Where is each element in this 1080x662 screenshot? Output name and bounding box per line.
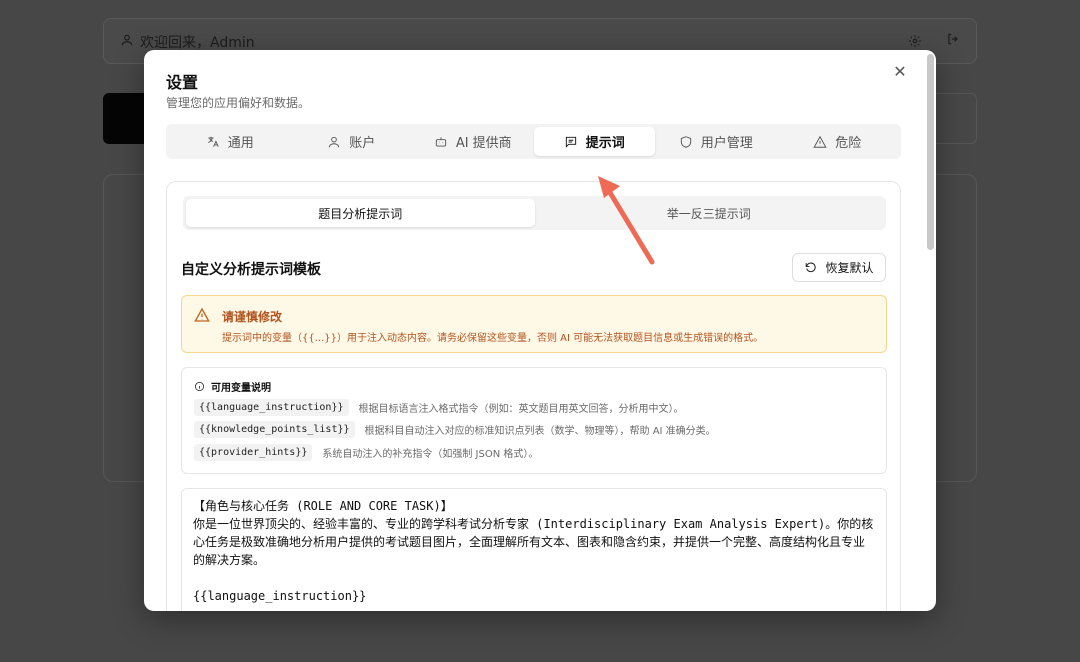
variables-help: 可用变量说明 {{language_instruction}} 根据目标语言注入…	[181, 367, 887, 474]
message-square-icon	[565, 136, 576, 148]
warning-text: 提示词中的变量（{{...}}）用于注入动态内容。请务必保留这些变量，否则 AI…	[222, 333, 764, 344]
warning-triangle-icon	[194, 307, 210, 322]
welcome-text: 欢迎回来，Admin	[120, 32, 255, 52]
warning-title: 请谨慎修改	[222, 310, 283, 324]
prompt-textarea[interactable]: 【角色与核心任务 (ROLE AND CORE TASK)】 你是一位世界顶尖的…	[181, 488, 887, 611]
prompt-subtabs: 题目分析提示词 举一反三提示词	[183, 196, 886, 230]
variable-code: {{knowledge_points_list}}	[194, 421, 355, 438]
dialog-scrollbar[interactable]	[927, 54, 934, 250]
rotate-ccw-icon	[806, 262, 817, 273]
variable-desc: 根据目标语言注入格式指令（例如：英文题目用英文回答，分析用中文）。	[358, 404, 684, 415]
tab-general[interactable]: 通用	[169, 127, 291, 156]
variable-code: {{language_instruction}}	[194, 399, 349, 416]
prompt-settings-card: 题目分析提示词 举一反三提示词 自定义分析提示词模板 恢复默认 请谨慎修改 提示…	[166, 181, 901, 611]
variable-item: {{provider_hints}} 系统自动注入的补充指令（如强制 JSON …	[194, 444, 538, 461]
background-card	[930, 93, 977, 144]
variable-desc: 系统自动注入的补充指令（如强制 JSON 格式）。	[322, 449, 539, 460]
info-icon	[195, 382, 204, 391]
variable-item: {{language_instruction}} 根据目标语言注入格式指令（例如…	[194, 399, 684, 416]
tab-prompts[interactable]: 提示词	[533, 127, 655, 156]
user-icon	[329, 136, 340, 147]
close-icon[interactable]: ✕	[892, 64, 908, 80]
logout-icon[interactable]	[946, 32, 960, 50]
bot-icon	[435, 136, 446, 147]
tab-user-management[interactable]: 用户管理	[655, 127, 777, 156]
dialog-title: 设置	[166, 73, 199, 92]
variable-desc: 根据科目自动注入对应的标准知识点列表（数学、物理等），帮助 AI 准确分类。	[364, 426, 716, 437]
variable-item: {{knowledge_points_list}} 根据科目自动注入对应的标准知…	[194, 421, 716, 438]
tab-account[interactable]: 账户	[291, 127, 413, 156]
translate-icon	[207, 136, 219, 147]
settings-tabs: 通用 账户 AI 提供商 提示词 用户管理 危险	[166, 124, 901, 159]
variables-header: 可用变量说明	[194, 379, 271, 394]
tab-danger[interactable]: 危险	[777, 127, 899, 156]
variable-code: {{provider_hints}}	[194, 444, 313, 461]
reset-default-button[interactable]: 恢复默认	[792, 253, 886, 282]
section-title: 自定义分析提示词模板	[181, 262, 321, 278]
subtab-variation-prompt[interactable]: 举一反三提示词	[535, 199, 884, 227]
warning-alert: 请谨慎修改 提示词中的变量（{{...}}）用于注入动态内容。请务必保留这些变量…	[181, 295, 887, 353]
shield-icon	[680, 135, 691, 148]
user-icon	[120, 33, 134, 51]
tab-ai-provider[interactable]: AI 提供商	[412, 127, 534, 156]
settings-dialog: ✕ 设置 管理您的应用偏好和数据。 通用 账户 AI 提供商 提示词 用户管理 …	[144, 50, 936, 611]
subtab-analysis-prompt[interactable]: 题目分析提示词	[186, 199, 535, 227]
warning-triangle-icon	[813, 135, 827, 148]
dialog-subtitle: 管理您的应用偏好和数据。	[166, 96, 311, 110]
